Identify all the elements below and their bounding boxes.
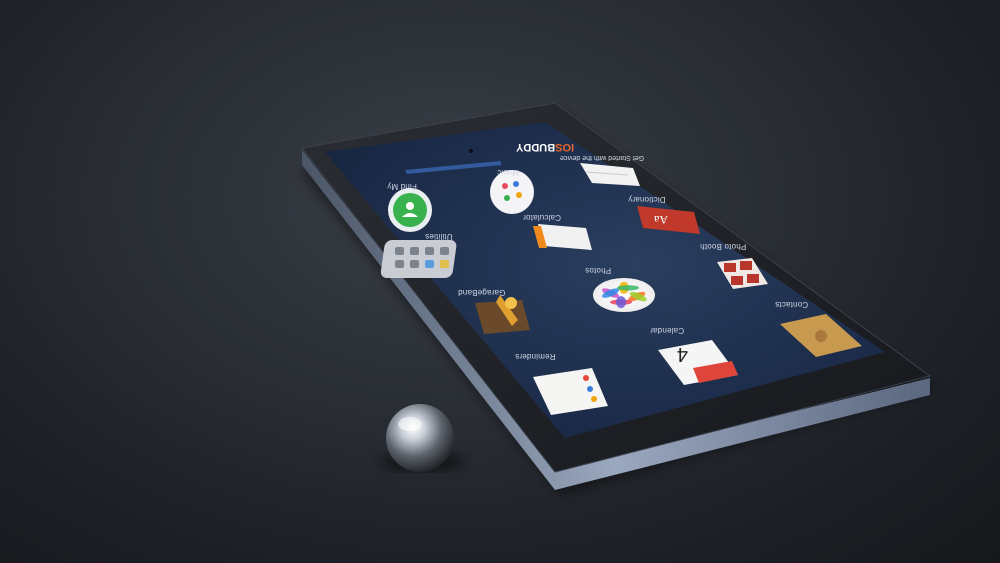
app-label-find-my: Find My xyxy=(387,182,417,191)
app-label-dictionary: Dictionary xyxy=(628,195,666,204)
app-label-calendar: Calendar xyxy=(650,326,685,335)
folder-grid-icon xyxy=(380,240,457,278)
app-label-music: Music xyxy=(497,168,519,177)
product-scene: Aa 4 xyxy=(300,102,935,495)
app-label-photos: Photos xyxy=(585,266,612,275)
app-calculator[interactable] xyxy=(533,224,592,250)
app-label-reminders: Reminders xyxy=(515,352,556,361)
brand-part-2: BUDDY xyxy=(516,141,556,153)
app-label-photo-booth: Photo Booth xyxy=(700,242,747,251)
calendar-day: 4 xyxy=(677,343,688,365)
app-label-calculator: Calculator xyxy=(523,213,562,222)
front-camera xyxy=(469,149,473,153)
app-label-utilities: Utilities xyxy=(425,232,453,241)
app-utilities[interactable] xyxy=(380,240,457,278)
svg-text:Aa: Aa xyxy=(653,213,668,227)
app-find-my[interactable] xyxy=(388,188,432,232)
brand-logo: IOSBUDDY xyxy=(516,141,574,153)
app-label-garageband: GarageBand xyxy=(458,288,506,297)
chrome-ball xyxy=(386,404,454,472)
brand-part-1: IOS xyxy=(555,141,575,153)
app-label-contacts: Contacts xyxy=(775,300,809,309)
app-photos[interactable] xyxy=(593,278,655,312)
status-text: Get Started with the device xyxy=(560,154,645,161)
